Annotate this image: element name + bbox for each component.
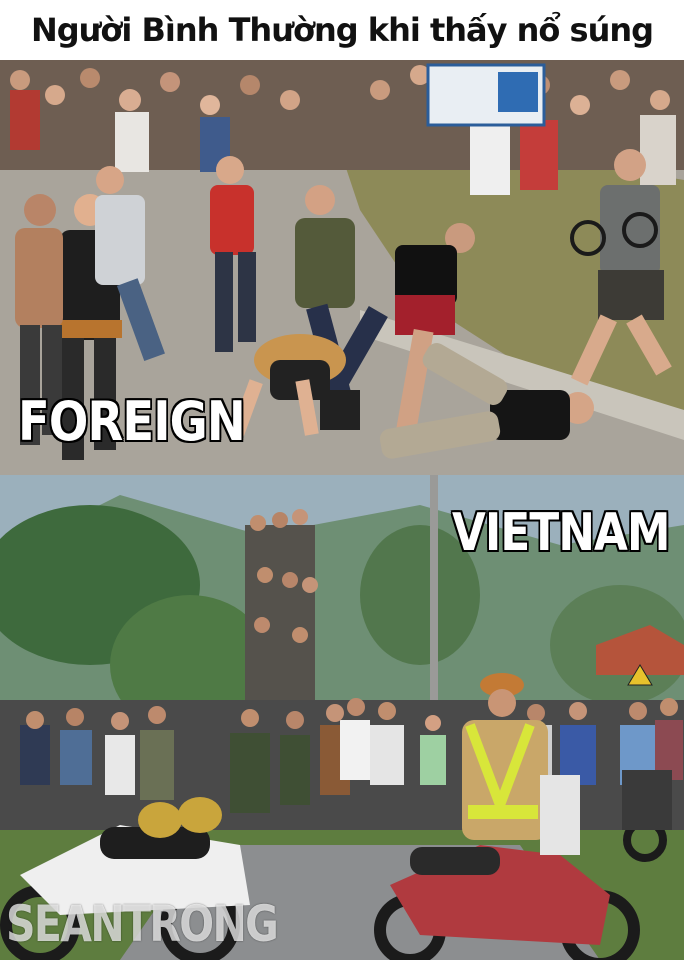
watermark-text: SEANTRONG <box>6 895 279 953</box>
header-bar: Người Bình Thường khi thấy nổ súng <box>0 0 684 60</box>
bottom-panel-photo: VIETNAM SEANTRONG <box>0 475 684 960</box>
background-crowd <box>0 60 684 170</box>
sign-graphic <box>498 72 538 112</box>
top-panel-photo: FOREIGN <box>0 60 684 475</box>
vietnam-caption: VIETNAM <box>452 503 670 563</box>
meme-title: Người Bình Thường khi thấy nổ súng <box>30 11 654 49</box>
utility-pole <box>430 475 438 705</box>
foreign-caption: FOREIGN <box>18 390 246 453</box>
crowd-tower <box>245 525 315 715</box>
meme-image: Người Bình Thường khi thấy nổ súng FOREI… <box>0 0 684 960</box>
